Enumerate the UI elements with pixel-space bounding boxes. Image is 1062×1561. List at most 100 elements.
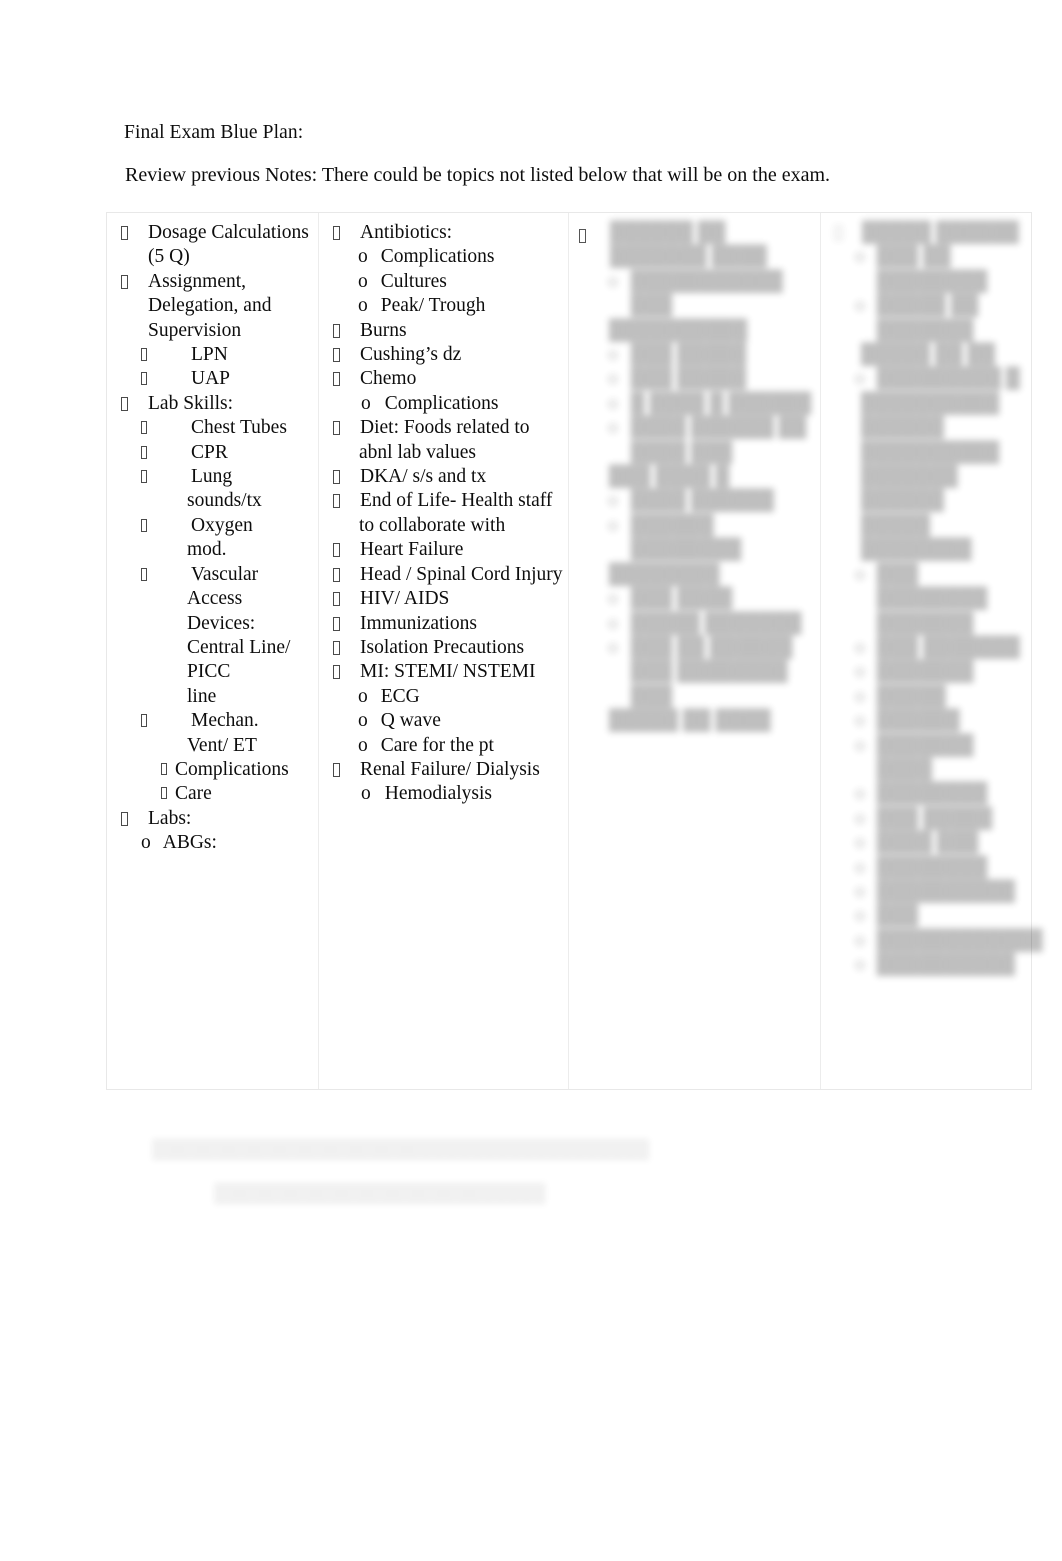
list-item-label: Hemodialysis bbox=[384, 783, 492, 805]
list-item-label: Q wave bbox=[380, 710, 441, 732]
list-item: o ████████ bbox=[827, 782, 1027, 806]
list-item-label: ████████ bbox=[876, 856, 988, 878]
list-item-label: Labs: bbox=[148, 807, 192, 829]
list-item: o Hemodialysis bbox=[325, 782, 564, 806]
o-bullet-icon: o bbox=[855, 734, 865, 756]
list-item: o █████ ███████ bbox=[575, 612, 816, 636]
list-item: Renal Failure/ Dialysis bbox=[325, 758, 564, 782]
o-bullet-icon: o bbox=[361, 392, 371, 414]
list-item: ██████ ██ ███████ ████ bbox=[575, 221, 816, 270]
o-bullet-icon: o bbox=[358, 270, 368, 292]
o-bullet-icon: o bbox=[361, 783, 371, 805]
o-bullet-icon: o bbox=[608, 588, 618, 610]
missing-glyph-bullet-icon bbox=[333, 372, 340, 387]
list-item: o █ ████ █ ██████ bbox=[575, 392, 816, 416]
o-bullet-icon: o bbox=[855, 661, 865, 683]
list-item-continuation: Vent/ ET bbox=[187, 734, 257, 756]
list-item-label: █████ ██████ bbox=[862, 222, 1019, 243]
footer-line-1: ███████████████████████████████████████ bbox=[152, 1139, 650, 1159]
list-item: o Q wave bbox=[325, 709, 564, 733]
missing-glyph-bullet-icon bbox=[141, 518, 147, 532]
list-item: Chest Tubes bbox=[113, 416, 314, 440]
list-item-label: End of Life- Health staff bbox=[360, 490, 553, 512]
list-item-continuation: mod. bbox=[187, 539, 227, 561]
list-item: MI: STEMI/ NSTEMI bbox=[325, 660, 564, 684]
o-bullet-icon: o bbox=[855, 685, 865, 707]
list-item: o ████ ███ bbox=[827, 831, 1027, 855]
topics-table: Dosage Calculations (5 Q) Assignment, De… bbox=[106, 212, 1043, 1090]
list-item: Cushing’s dz bbox=[325, 343, 564, 367]
list-item: o Cultures bbox=[325, 270, 564, 294]
list-item-label: █████ ██ ███████ bbox=[876, 295, 979, 341]
list-item: o ██████████ bbox=[827, 953, 1027, 977]
list-item-continuation: █████ ██ ██ bbox=[861, 344, 996, 366]
list-item-label: █████████ █ bbox=[876, 368, 1020, 390]
list-item: Head / Spinal Cord Injury bbox=[325, 563, 564, 587]
list-item-label: Oxygen bbox=[191, 514, 253, 536]
list-item-label: Lab Skills: bbox=[148, 392, 234, 414]
list-item-label: Burns bbox=[360, 319, 407, 341]
o-bullet-icon: o bbox=[141, 832, 151, 854]
list-item-continuation: ██████ bbox=[861, 417, 944, 439]
list-item-label: ████ ██████ ██ ████ ███ bbox=[630, 417, 807, 463]
list-item-continuation: Central Line/ PICC bbox=[187, 636, 291, 683]
list-item: o Complications bbox=[325, 392, 564, 416]
list-item-label: Chest Tubes bbox=[191, 417, 287, 439]
o-bullet-icon: o bbox=[855, 246, 865, 268]
list-item-label: Renal Failure/ Dialysis bbox=[360, 758, 540, 780]
missing-glyph-bullet-icon bbox=[333, 665, 340, 680]
o-bullet-icon: o bbox=[358, 685, 368, 707]
list-item-continuation: ██████████ bbox=[861, 392, 1000, 414]
list-item-label: Cultures bbox=[380, 270, 447, 292]
list-item: o ████████████ bbox=[827, 929, 1043, 953]
list-item: o Care for the pt bbox=[325, 734, 564, 758]
missing-glyph-bullet-icon bbox=[333, 348, 340, 363]
list-item: o ECG bbox=[325, 685, 564, 709]
o-bullet-icon: o bbox=[608, 612, 618, 634]
list-item: o ███ ████████ ███████ bbox=[827, 563, 1027, 636]
list-item-label: Peak/ Trough bbox=[380, 295, 486, 317]
list-item: Assignment, bbox=[113, 270, 314, 294]
table-column-3: ██████ ██ ███████ ████ o ███████████ ███… bbox=[569, 213, 821, 1089]
missing-glyph-bullet-icon bbox=[333, 470, 340, 485]
list-item: o ██████ ████████ bbox=[575, 514, 816, 563]
missing-glyph-bullet-icon bbox=[141, 567, 147, 581]
document-header: Final Exam Blue Plan: Review previous No… bbox=[124, 120, 924, 188]
list-item: o ████ ██████ ██ ████ ███ bbox=[575, 416, 816, 465]
list-item-label: ███ ██ ██████ ███ ████████ ███ bbox=[630, 636, 793, 707]
list-item-label: Head / Spinal Cord Injury bbox=[360, 563, 563, 585]
list-item-label: ███████ ████ bbox=[876, 734, 974, 780]
document-subtitle: Review previous Notes: There could be to… bbox=[125, 164, 831, 186]
list-item-label: ABGs: bbox=[162, 832, 217, 854]
o-bullet-icon: o bbox=[608, 490, 618, 512]
missing-glyph-bullet-icon bbox=[121, 811, 128, 826]
list-item-continuation: █████ ██ ████ bbox=[609, 710, 771, 732]
o-bullet-icon: o bbox=[358, 710, 368, 732]
list-item-label: Diet: Foods related to bbox=[360, 417, 530, 439]
table-column-2: Antibiotics: o Complications o Cultures … bbox=[319, 213, 569, 1089]
list-item-label: ██████████ bbox=[876, 880, 1015, 902]
list-item-label: ███ ████████ ███████ bbox=[876, 563, 988, 634]
list-item-label: ███ ██ ████████ bbox=[876, 246, 988, 292]
list-item-label: Care for the pt bbox=[380, 734, 494, 756]
list-item: CPR bbox=[113, 441, 314, 465]
list-item-label: ██████ ████████ bbox=[630, 514, 742, 561]
list-item-continuation: ██████████ bbox=[861, 441, 1000, 463]
list-item: UAP bbox=[113, 367, 314, 391]
missing-glyph-bullet-icon bbox=[333, 226, 340, 240]
list-item: o █████ ██ ███████ bbox=[827, 294, 1027, 343]
list-item: Heart Failure bbox=[325, 538, 564, 562]
list-item: o ABGs: bbox=[113, 831, 314, 855]
missing-glyph-bullet-icon bbox=[333, 421, 340, 436]
list-item-label: HIV/ AIDS bbox=[360, 588, 450, 610]
list-item: Lung bbox=[113, 465, 314, 489]
list-item-continuation: abnl lab values bbox=[359, 441, 476, 463]
list-item-label: Antibiotics: bbox=[360, 222, 453, 243]
list-item-continuation: (5 Q) bbox=[148, 246, 190, 268]
o-bullet-icon: o bbox=[608, 514, 618, 536]
o-bullet-icon: o bbox=[608, 368, 618, 390]
missing-glyph-bullet-icon bbox=[835, 226, 842, 240]
list-item: o ███ █████ bbox=[575, 367, 816, 391]
o-bullet-icon: o bbox=[855, 905, 865, 927]
list-item: o ████████ bbox=[827, 856, 1027, 880]
